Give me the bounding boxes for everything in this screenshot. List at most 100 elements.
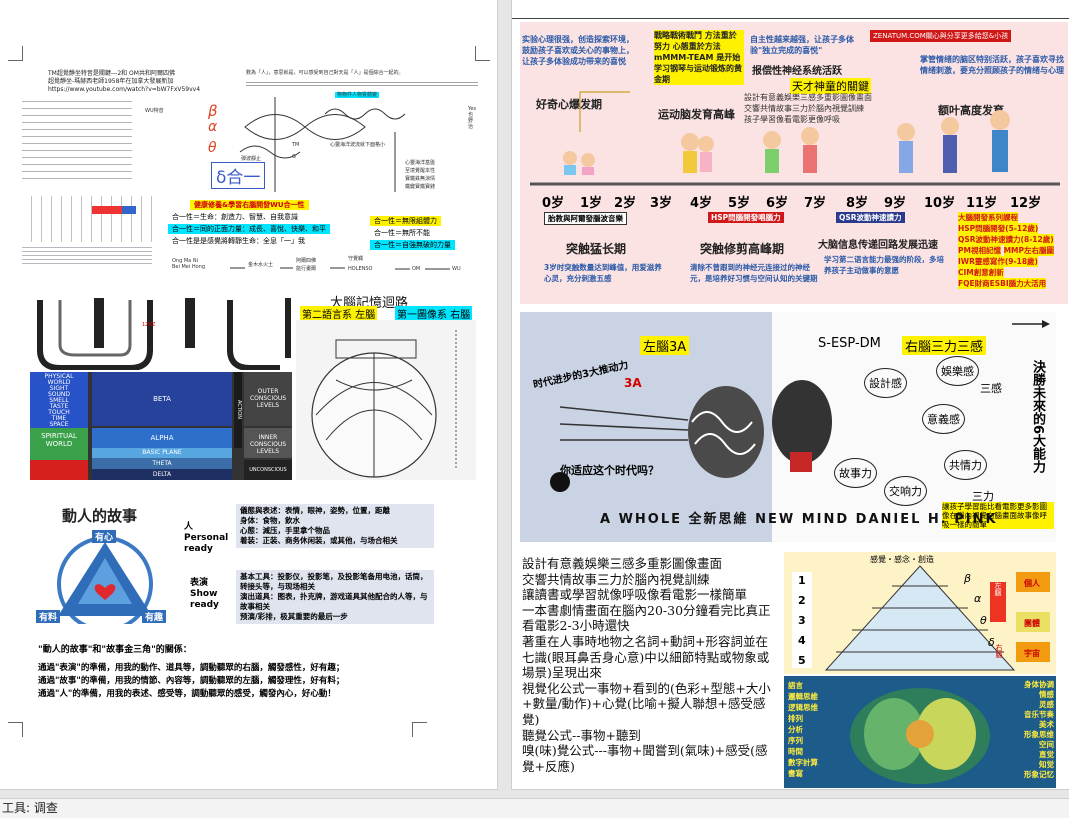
- age-7: 7岁: [804, 196, 827, 211]
- age-5: 5岁: [728, 196, 751, 211]
- wave-diagram-svg: [239, 97, 406, 192]
- bubble-story: 故事力: [834, 458, 877, 488]
- brain-left-words: 語言 邏輯思維 逻辑思维 排列 分析 序列 時間 數字計算 書寫: [788, 680, 848, 779]
- whole-new-mind-infographic: 左腦3A 时代进步的3大推动力 3A 你适应这个时代吗？ S-ESP-DM 右腦…: [520, 312, 1056, 542]
- pyramid-svg: [792, 565, 1050, 671]
- status-label[interactable]: 工具: 调查: [0, 801, 58, 815]
- course-item[interactable]: CIM創意創新: [958, 267, 1004, 278]
- story-title: 動人的故事: [62, 507, 138, 525]
- course-tag[interactable]: QSR波動神速讀力: [836, 212, 905, 223]
- brain-word: 序列: [788, 736, 803, 745]
- san-gan-label: 三感: [980, 382, 1002, 395]
- age-6: 6岁: [766, 196, 789, 211]
- flow-item: OM: [412, 266, 421, 272]
- delta-block: DELTA: [92, 469, 232, 480]
- right-brain-title: 右腦三力三感: [902, 336, 987, 355]
- pyramid-side-left: 左腦: [994, 582, 1002, 596]
- child-development-infographic: 实验心理很强，创造探索环境，鼓励孩子喜欢或关心的事物上，让孩子多体验成功带来的喜…: [520, 22, 1068, 304]
- course-item[interactable]: MMP左右腦圖: [1003, 245, 1055, 256]
- left-document-page: TM超覺靜坐特音是關鍵---2和 OM共和阿爾四佛 超覺靜坐-瑪赫西老師1958…: [0, 0, 497, 789]
- beta-block: BETA: [92, 372, 232, 426]
- dense-paragraph: [22, 98, 132, 180]
- red-block: [30, 460, 88, 480]
- brain-word: 數字計算: [788, 758, 818, 767]
- yes-char: 治: [468, 124, 474, 130]
- brain-word: 形象记忆: [1024, 770, 1054, 779]
- flow-item: 阿爾四佛: [296, 258, 317, 264]
- pyramid-level-2: 2: [798, 594, 806, 607]
- flow-item: WU: [452, 266, 461, 272]
- consciousness-diagram: WU特音 β α θ δ合一 弾波靜止 TM G 心靈海洋波流就下面格小 心靈海…: [135, 92, 485, 196]
- brain-functions-illustration: 語言 邏輯思維 逻辑思维 排列 分析 序列 時間 數字計算 書寫 身体协调 情感…: [784, 676, 1056, 788]
- body-line: 讓讀書或學習就像呼吸像看電影一樣簡單: [522, 587, 748, 603]
- unity-bar: 健康修養&學習右腦開發WU合一性: [190, 200, 309, 210]
- bubble-design: 設計感: [864, 368, 907, 398]
- intro-line: TM超覺靜坐特音是關鍵---2和 OM共和阿爾四佛: [48, 70, 175, 77]
- course-item[interactable]: HSP問腦開發(5-12歲): [958, 223, 1039, 234]
- unity-bar-right: 合一性＝無限組體力: [370, 216, 441, 226]
- table-color-strip: [122, 206, 136, 214]
- age-4: 4岁: [690, 196, 713, 211]
- story-left-label: 有料: [36, 610, 61, 623]
- story-triangle-diagram: 有心 有料 有趣: [32, 528, 178, 632]
- top-border-line: [512, 18, 1069, 19]
- bubble-symphony: 交响力: [884, 476, 927, 506]
- brain-word: 情感: [1039, 690, 1054, 699]
- alpha-block: ALPHA: [92, 428, 232, 448]
- brain-word: 形象思维: [1024, 730, 1054, 739]
- brain-word: 書寫: [788, 769, 803, 778]
- course-tag[interactable]: HSP問腦開發唱腦力: [708, 212, 784, 223]
- neural-path-title: 大脑信息传递回路发展迅速: [818, 240, 938, 251]
- age-0: 0岁: [542, 196, 565, 211]
- course-item[interactable]: FQE財商ESBI腦力大活用: [958, 278, 1047, 289]
- synapse-prune-title: 突触修剪高峰期: [700, 242, 785, 256]
- brain-word: 灵感: [1039, 700, 1054, 709]
- body-line: 聽覺公式--事物+聽到: [522, 727, 641, 743]
- show-point: 预演/彩排，极其重要的最后一步: [240, 612, 348, 621]
- brain-word: 直觉: [1039, 750, 1054, 759]
- course-list: 大腦開發系列課程 HSP問腦開發(5-12歲) QSR波動神速讀力(8-12歲)…: [958, 212, 1066, 289]
- brain-table-thumbnail: [22, 196, 152, 242]
- age-9: 9岁: [884, 196, 907, 211]
- consciousness-pyramid: 感覺・感念・創造 1 2 3 4 5 β α θ δ 個人 團體 宇宙 左腦 右…: [784, 552, 1056, 674]
- synapse-growth-desc: 3岁时突触数量达到峰值，用爱滋养心灵，充分刺激五感: [544, 263, 662, 283]
- brain-memory-svg: [311, 330, 457, 478]
- brain-word: 時間: [788, 747, 803, 756]
- age-8: 8岁: [846, 196, 869, 211]
- body-line: 嗅(味)覺公式---事物+聞嘗到(氣味)+感受(感覺+反應): [522, 743, 768, 774]
- show-points: 基本工具：投影仪，投影笔，及投影笔备用电池，话筒，转接头等，与现场相关 演出道具…: [236, 570, 434, 624]
- crop-mark: [8, 722, 23, 737]
- course-tag[interactable]: 胎教與阿爾發腦波音樂: [544, 212, 627, 225]
- story-relation-title: "動人的故事"和"故事金三角"的關係：: [38, 645, 192, 655]
- story-relation: 通過"人"的準備，用我的表述、感受等，調動聽眾的感受，觸發內心，好心動！: [38, 689, 336, 699]
- spiritual-world-block: SPIRITUAL WORLD: [30, 428, 88, 462]
- story-right-label: 有趣: [142, 610, 167, 623]
- basic-plane-block: BASIC PLANE: [92, 448, 232, 458]
- bubble-empathy: 共情力: [944, 450, 987, 480]
- course-item[interactable]: IWR靈感寫作(9-18歲): [958, 256, 1038, 267]
- body-line: 著重在人事時地物之名詞+動詞+形容詞並在七識(眼耳鼻舌身心意)中以細節特點或物象…: [522, 633, 770, 681]
- pyramid-greek: α: [974, 592, 982, 605]
- course-item[interactable]: QSR波動神速讀力(8-12歲): [958, 234, 1054, 245]
- brain-sketch-left: 12HZ: [30, 290, 292, 370]
- eye-shape: [304, 114, 366, 140]
- crop-mark: [475, 46, 490, 61]
- whole-new-mind-footer: A WHOLE 全新思維 NEW MIND DANIEL H. PINK: [600, 512, 998, 527]
- brain-word: 語言: [788, 681, 803, 690]
- pyramid-level-3: 3: [798, 614, 806, 627]
- pyramid-level-1: 1: [798, 574, 806, 587]
- wave-text: WORLD: [45, 440, 73, 448]
- pyramid-level-4: 4: [798, 634, 806, 647]
- pyramid-side-right: 右腦: [995, 644, 1003, 658]
- unity-bar: 合一性＝生命：創造力、智慧、自我意識: [172, 213, 298, 221]
- right-intro-text: 數為「人」，意思就是，可以感受到自己對天是「人」是個綜合一起的。: [246, 70, 404, 76]
- brain-word: 美术: [1039, 720, 1054, 729]
- synapse-growth-title: 突触猛长期: [566, 242, 627, 256]
- body-line: 交響共情故事三力於腦內視覺訓練: [522, 571, 710, 587]
- wave-text: SPIRITUAL: [41, 432, 77, 440]
- age-11: 11岁: [966, 196, 998, 211]
- brain-word: 知觉: [1039, 760, 1054, 769]
- course-item[interactable]: PM視相記憶: [958, 245, 1001, 256]
- flow-item: 守覺觸: [348, 256, 364, 262]
- flow-text: Bei Mei Hong: [172, 264, 206, 270]
